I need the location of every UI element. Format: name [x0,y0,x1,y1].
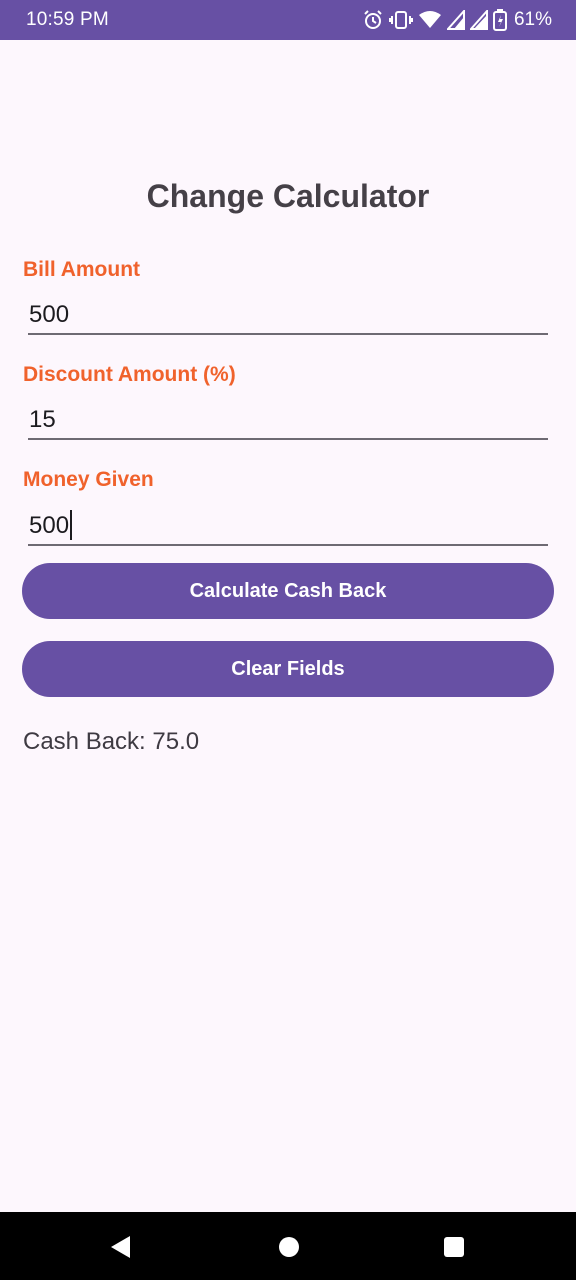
discount-amount-input[interactable]: 15 [29,403,547,437]
bill-amount-label: Bill Amount [23,258,141,281]
page-title: Change Calculator [146,178,430,214]
money-given-underline [28,544,548,546]
discount-amount-value: 15 [29,406,56,433]
home-icon[interactable] [276,1234,302,1260]
discount-amount-underline [28,438,548,440]
clear-fields-button[interactable]: Clear Fields [22,641,554,697]
money-given-label: Money Given [23,468,154,491]
wifi-icon [418,10,442,30]
back-icon[interactable] [108,1234,134,1260]
calculate-cash-back-button[interactable]: Calculate Cash Back [22,563,554,619]
discount-amount-label: Discount Amount (%) [23,363,236,386]
vibrate-icon [388,9,413,31]
status-time: 10:59 PM [26,9,109,30]
battery-icon [492,9,507,31]
signal-icon [469,10,488,30]
status-icons: 61% [362,8,552,32]
battery-percent: 61% [513,9,552,30]
bill-amount-value: 500 [29,301,70,328]
signal-icon [446,10,465,30]
cash-back-result: Cash Back: 75.0 [23,728,200,755]
bill-amount-input[interactable]: 500 [29,298,547,332]
recents-icon[interactable] [441,1234,467,1260]
money-given-value: 500 [29,512,70,539]
alarm-icon [362,9,384,31]
bill-amount-underline [28,333,548,335]
navigation-bar [0,1212,576,1280]
text-cursor [70,509,73,540]
status-bar: 10:59 PM 61% [0,0,576,40]
money-given-input[interactable]: 500 [29,509,547,543]
